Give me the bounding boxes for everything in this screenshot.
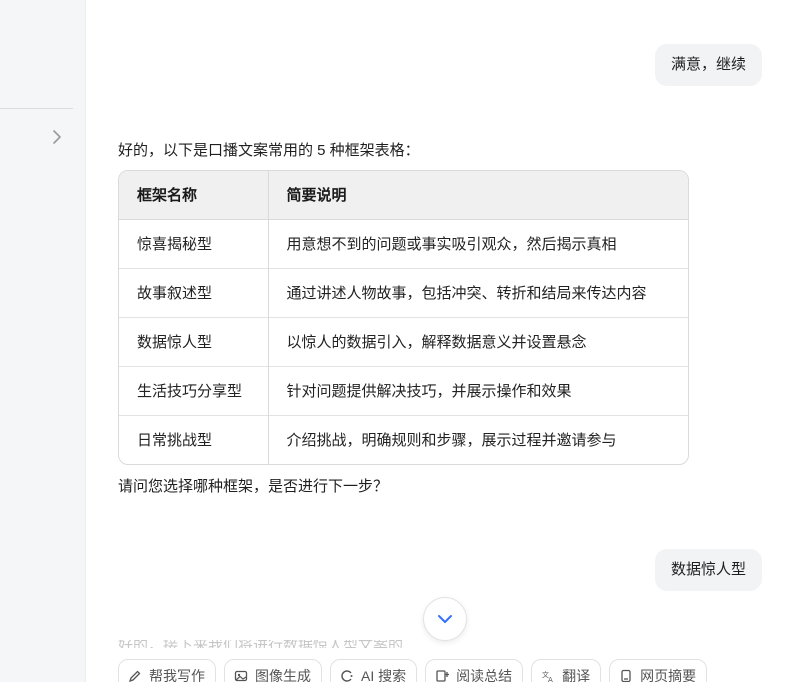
- tool-label: 翻译: [562, 668, 591, 682]
- table-cell: 日常挑战型: [119, 414, 269, 464]
- table-row: 惊喜揭秘型 用意想不到的问题或事实吸引观众，然后揭示真相: [119, 219, 688, 268]
- read-icon: [434, 668, 450, 682]
- table-cell: 通过讲述人物故事，包括冲突、转折和结局来传达内容: [268, 267, 688, 317]
- framework-table: 框架名称 简要说明 惊喜揭秘型 用意想不到的问题或事实吸引观众，然后揭示真相 故…: [118, 170, 689, 465]
- table-header-cell: 框架名称: [119, 171, 269, 220]
- table-cell: 介绍挑战，明确规则和步骤，展示过程并邀请参与: [268, 414, 688, 464]
- image-generate-button[interactable]: 图像生成: [224, 659, 322, 682]
- translate-button[interactable]: 文A 翻译: [531, 659, 602, 682]
- tool-label: 网页摘要: [640, 668, 697, 682]
- webpage-summary-button[interactable]: 网页摘要: [609, 659, 708, 682]
- table-cell: 数据惊人型: [119, 316, 269, 366]
- user-message-bubble: 数据惊人型: [654, 549, 762, 591]
- quick-action-toolbar: 帮我写作 图像生成 AI 搜索 阅读总结 文A 翻译 网页摘要: [118, 659, 708, 682]
- tool-label: 阅读总结: [456, 668, 513, 682]
- webpage-icon: [618, 668, 634, 682]
- tool-label: 图像生成: [255, 668, 311, 682]
- table-header-row: 框架名称 简要说明: [119, 171, 688, 220]
- table-cell: 以惊人的数据引入，解释数据意义并设置悬念: [268, 316, 688, 366]
- chevron-right-icon[interactable]: [50, 128, 64, 146]
- assistant-intro-text: 好的，以下是口播文案常用的 5 种框架表格：: [118, 142, 420, 159]
- table-cell: 生活技巧分享型: [119, 365, 269, 415]
- table-cell: 故事叙述型: [119, 267, 269, 317]
- search-icon: [339, 668, 355, 682]
- table-row: 生活技巧分享型 针对问题提供解决技巧，并展示操作和效果: [119, 365, 688, 415]
- user-message-bubble: 满意，继续: [654, 44, 762, 86]
- scroll-to-bottom-button[interactable]: [423, 597, 467, 641]
- pen-icon: [127, 668, 143, 682]
- assistant-question-text: 请问您选择哪种框架，是否进行下一步？: [118, 478, 389, 495]
- translate-icon: 文A: [540, 668, 556, 682]
- assistant-streaming-text: 好的，接下来我们将进行数据惊人型文案的: [118, 640, 403, 648]
- left-sidebar: [0, 0, 86, 682]
- tool-label: AI 搜索: [361, 668, 407, 682]
- table-row: 数据惊人型 以惊人的数据引入，解释数据意义并设置悬念: [119, 316, 688, 366]
- write-assist-button[interactable]: 帮我写作: [118, 659, 216, 682]
- image-icon: [233, 668, 249, 682]
- sidebar-divider: [0, 108, 73, 109]
- tool-label: 帮我写作: [149, 668, 205, 682]
- chevron-down-icon: [438, 615, 452, 623]
- table-cell: 惊喜揭秘型: [119, 219, 269, 268]
- svg-text:A: A: [548, 676, 553, 682]
- read-summary-button[interactable]: 阅读总结: [425, 659, 524, 682]
- table-cell: 针对问题提供解决技巧，并展示操作和效果: [268, 365, 688, 415]
- table-cell: 用意想不到的问题或事实吸引观众，然后揭示真相: [286, 236, 617, 253]
- table-row: 故事叙述型 通过讲述人物故事，包括冲突、转折和结局来传达内容: [119, 267, 688, 317]
- table-header-cell: 简要说明: [268, 171, 688, 220]
- ai-search-button[interactable]: AI 搜索: [330, 659, 418, 682]
- table-row: 日常挑战型 介绍挑战，明确规则和步骤，展示过程并邀请参与: [119, 414, 688, 464]
